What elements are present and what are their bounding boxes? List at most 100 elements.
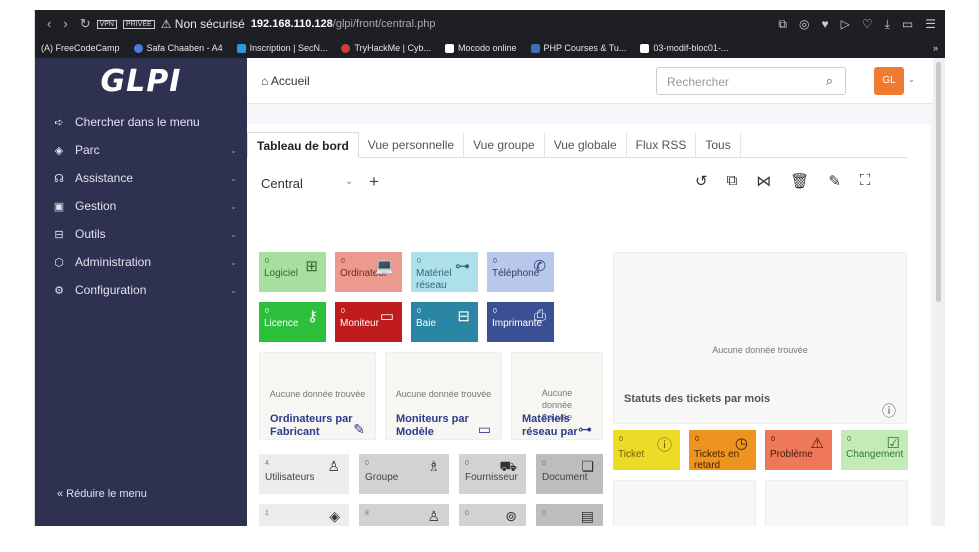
sidebar-item-assistance[interactable]: ☊ Assistance ⌄ bbox=[35, 164, 247, 192]
panel-title: Moniteurs par Modèle bbox=[396, 413, 469, 438]
forward-icon[interactable]: › bbox=[63, 16, 67, 32]
chevron-down-icon[interactable]: ⌄ bbox=[908, 75, 915, 84]
add-dashboard-button[interactable]: + bbox=[369, 172, 379, 192]
card-tickets-en-retard[interactable]: 0 Tickets en retard ◷ bbox=[689, 430, 756, 471]
battery-icon[interactable]: ▭ bbox=[902, 17, 913, 32]
tab-dashboard[interactable]: Tableau de bord bbox=[247, 132, 359, 158]
card-count: 4 bbox=[265, 460, 269, 467]
sidebar-item-administration[interactable]: ⬡ Administration ⌄ bbox=[35, 248, 247, 276]
tab-rss[interactable]: Flux RSS bbox=[627, 132, 697, 157]
card-probleme[interactable]: 0 Problème ⚠ bbox=[765, 430, 832, 470]
bookmark[interactable]: Mocodo online bbox=[444, 43, 517, 53]
card-label: Problème bbox=[770, 449, 813, 460]
delete-icon[interactable]: 🗑 bbox=[790, 172, 809, 190]
dashboard-select[interactable]: Central bbox=[261, 176, 303, 191]
info-icon[interactable]: ⓘ bbox=[882, 401, 896, 421]
sidebar-item-gestion[interactable]: ▣ Gestion ⌄ bbox=[35, 192, 247, 220]
card-label: Utilisateurs bbox=[265, 472, 315, 483]
card-fournisseur[interactable]: 0 Fournisseur ⛟ bbox=[459, 454, 526, 494]
menu-icon[interactable]: ☰ bbox=[925, 17, 936, 32]
search-icon[interactable]: ⌕ bbox=[826, 73, 833, 89]
card-baie[interactable]: 0 Baie ⊟ bbox=[411, 302, 478, 342]
sidebar-item-label: Chercher dans le menu bbox=[75, 115, 200, 129]
dashboard-toolbar: ↺ ⧉ ⋈ 🗑 ✎ ⛶ bbox=[695, 172, 870, 190]
bookmark-icon bbox=[133, 43, 143, 53]
tab-personal-view[interactable]: Vue personnelle bbox=[359, 132, 465, 157]
vpn-badge[interactable]: VPN bbox=[96, 19, 117, 29]
card-imprimante[interactable]: 0 Imprimante ⎙ bbox=[487, 302, 554, 342]
bookmark[interactable]: PHP Courses & Tu... bbox=[530, 43, 626, 53]
scrollbar[interactable] bbox=[933, 58, 945, 526]
card-count: 1 bbox=[265, 510, 269, 517]
card-partial[interactable]: 1 ◈ bbox=[259, 504, 349, 526]
security-warning[interactable]: ⚠ Non sécurisé bbox=[161, 17, 245, 31]
fullscreen-icon[interactable]: ⛶ bbox=[860, 172, 871, 190]
card-count: 0 bbox=[341, 308, 345, 315]
sidebar-item-configuration[interactable]: ⚙ Configuration ⌄ bbox=[35, 276, 247, 304]
bookmark[interactable]: 03-modif-bloc01-... bbox=[640, 43, 728, 53]
card-label: Matériel réseau bbox=[416, 268, 452, 291]
bookmark[interactable]: (A) FreeCodeCamp bbox=[41, 43, 120, 53]
clone-icon[interactable]: ⧉ bbox=[727, 172, 738, 190]
play-icon[interactable]: ▷ bbox=[841, 17, 850, 32]
history-icon[interactable]: ↺ bbox=[695, 172, 708, 190]
card-moniteur[interactable]: 0 Moniteur ▭ bbox=[335, 302, 402, 342]
camera-icon[interactable]: ◎ bbox=[799, 17, 809, 32]
monitor-icon[interactable]: ▭ bbox=[478, 421, 491, 438]
shield-icon[interactable]: ♥ bbox=[821, 17, 828, 32]
card-label: Ticket bbox=[618, 449, 645, 460]
panel-materiels-reseau: Aucune donnée trouvée Matériels réseau p… bbox=[511, 352, 603, 440]
printer-icon: ⎙ bbox=[533, 307, 546, 324]
breadcrumb-home[interactable]: ⌂ Accueil bbox=[261, 74, 310, 88]
search-input[interactable]: Rechercher ⌕ bbox=[656, 67, 846, 95]
card-utilisateurs[interactable]: 4 Utilisateurs ♙ bbox=[259, 454, 349, 494]
card-licence[interactable]: 0 Licence ⚷ bbox=[259, 302, 326, 342]
card-logiciel[interactable]: 0 Logiciel ⊞ bbox=[259, 252, 326, 292]
bookmark[interactable]: Safa Chaaben - A4 bbox=[133, 43, 223, 53]
browser-window: ‹ › ↻ VPN PRIVÉE ⚠ Non sécurisé 192.168.… bbox=[34, 10, 945, 526]
bookmark[interactable]: Inscription | SecN... bbox=[236, 43, 327, 53]
bookmark[interactable]: TryHackMe | Cyb... bbox=[341, 43, 431, 53]
sidebar-item-outils[interactable]: ⊟ Outils ⌄ bbox=[35, 220, 247, 248]
chevron-down-icon[interactable]: ⌄ bbox=[345, 176, 353, 187]
chevron-down-icon: ⌄ bbox=[230, 229, 237, 239]
reload-icon[interactable]: ↻ bbox=[80, 16, 91, 32]
glpi-logo[interactable]: GLPI bbox=[35, 58, 247, 104]
bookmarks-overflow[interactable]: » bbox=[933, 43, 945, 53]
sidebar-item-parc[interactable]: ◈ Parc ⌄ bbox=[35, 136, 247, 164]
card-ticket[interactable]: 0 Ticket ⓘ bbox=[613, 430, 680, 470]
network-icon[interactable]: ⊶ bbox=[578, 421, 592, 438]
card-partial[interactable]: 8 ♙ bbox=[359, 504, 449, 526]
card-count: 0 bbox=[417, 258, 421, 265]
card-ordinateur[interactable]: 0 Ordinateur 💻 bbox=[335, 252, 402, 292]
avatar[interactable]: GL bbox=[874, 67, 904, 95]
card-materiel-reseau[interactable]: 0 Matériel réseau ⊶ bbox=[411, 252, 478, 292]
sidebar-item-search[interactable]: ➪ Chercher dans le menu bbox=[35, 108, 247, 136]
no-data-text: Aucune donnée trouvée bbox=[395, 389, 492, 399]
card-telephone[interactable]: 0 Téléphone ✆ bbox=[487, 252, 554, 292]
edit-icon[interactable]: ✎ bbox=[353, 421, 365, 438]
download-icon[interactable]: ⤓ bbox=[885, 17, 890, 32]
card-groupe[interactable]: 0 Groupe ♗ bbox=[359, 454, 449, 494]
card-partial[interactable]: 0 ⊚ bbox=[459, 504, 526, 526]
card-count: 0 bbox=[695, 436, 699, 443]
card-count: 0 bbox=[493, 308, 497, 315]
card-changement[interactable]: 0 Changement ☑ bbox=[841, 430, 908, 470]
collapse-menu-button[interactable]: « Réduire le menu bbox=[57, 488, 147, 500]
edit-icon[interactable]: ✎ bbox=[828, 172, 841, 190]
card-document[interactable]: 0 Document ❏ bbox=[536, 454, 603, 494]
tab-global-view[interactable]: Vue globale bbox=[545, 132, 627, 157]
snapshot-icon[interactable]: ⧉ bbox=[778, 17, 787, 32]
card-count: 0 bbox=[365, 460, 369, 467]
address-bar[interactable]: 192.168.110.128/glpi/front/central.php bbox=[251, 18, 436, 30]
share-icon[interactable]: ⋈ bbox=[756, 172, 771, 190]
tab-group-view[interactable]: Vue groupe bbox=[464, 132, 545, 157]
layers-icon: ◈ bbox=[329, 508, 340, 524]
scrollbar-thumb[interactable] bbox=[936, 62, 941, 302]
page-header: ⌂ Accueil Rechercher ⌕ GL ⌄ bbox=[247, 58, 945, 104]
tab-all[interactable]: Tous bbox=[696, 132, 741, 157]
back-icon[interactable]: ‹ bbox=[47, 16, 51, 32]
heart-icon[interactable]: ♡ bbox=[862, 17, 873, 32]
card-partial[interactable]: 0 ▤ bbox=[536, 504, 603, 526]
wallet-icon: ▣ bbox=[53, 200, 65, 213]
